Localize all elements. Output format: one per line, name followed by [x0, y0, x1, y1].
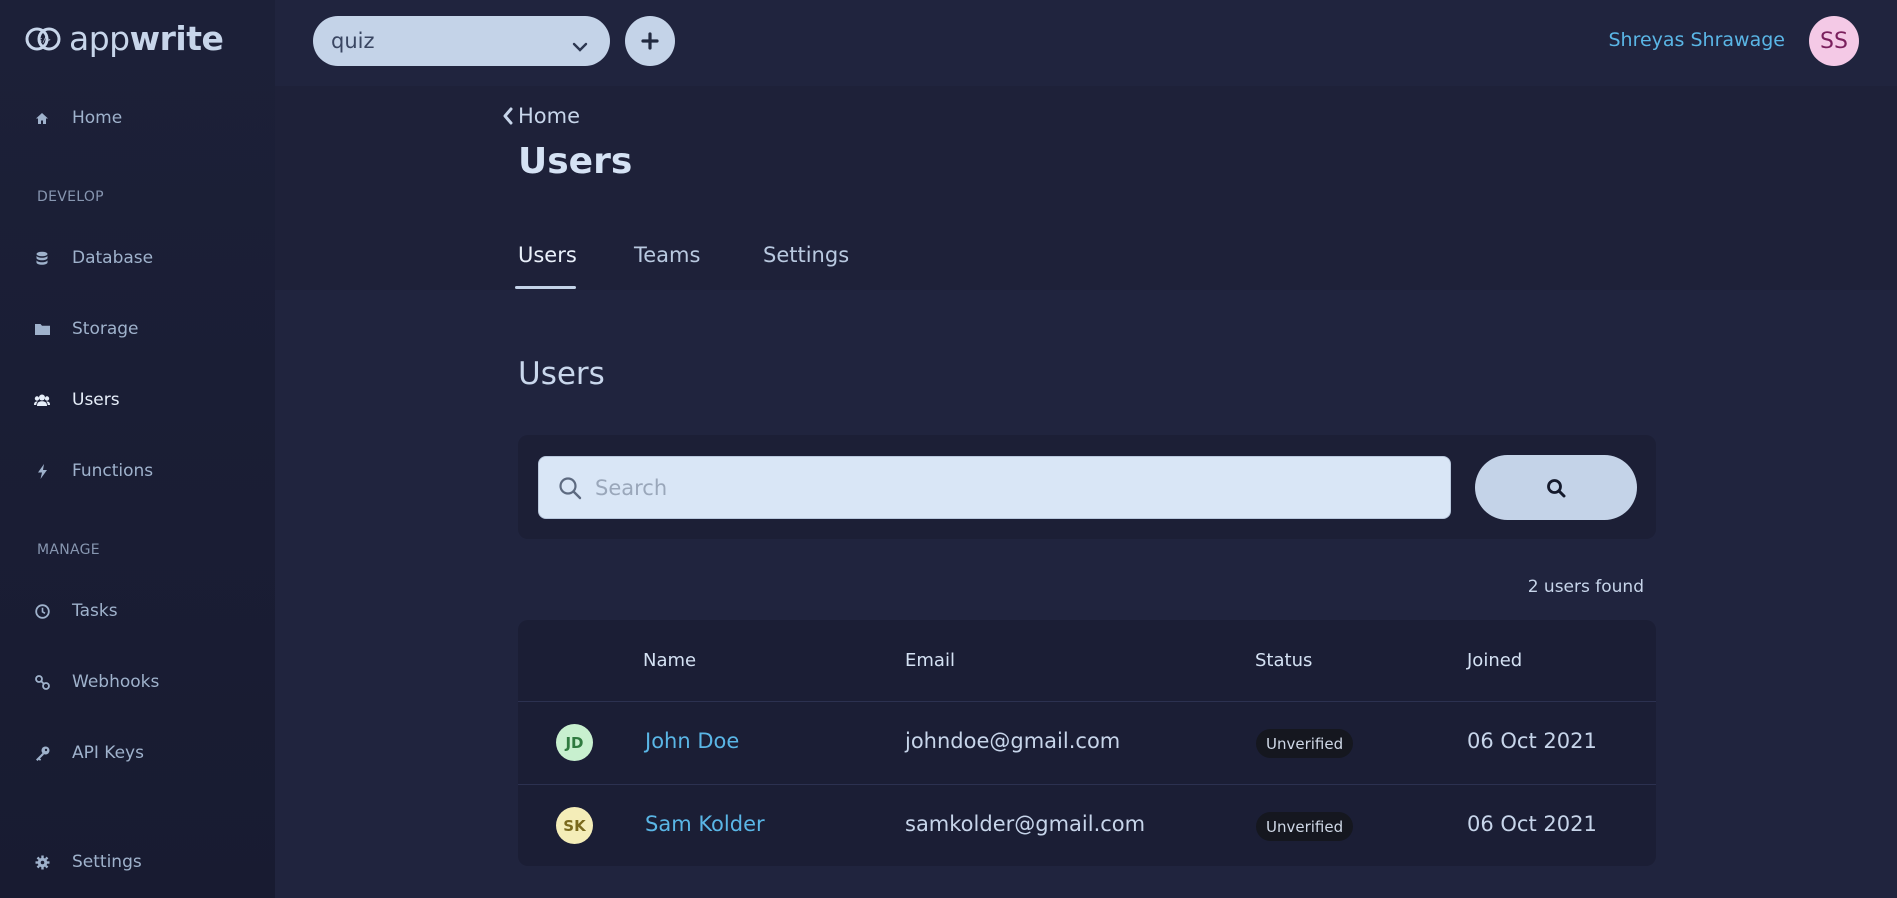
users-icon — [34, 392, 50, 408]
appwrite-logo-icon: </> — [25, 27, 61, 50]
sidebar-item-functions[interactable]: Functions — [34, 456, 153, 486]
user-name-link[interactable]: John Doe — [645, 729, 739, 753]
user-name-link[interactable]: Sam Kolder — [645, 812, 765, 836]
user-email: samkolder@gmail.com — [905, 812, 1146, 836]
sidebar-item-label: Database — [72, 248, 154, 268]
sidebar-item-label: Users — [72, 390, 120, 410]
sidebar-item-label: Storage — [72, 319, 139, 339]
search-field[interactable] — [538, 456, 1451, 519]
sidebar-item-webhooks[interactable]: Webhooks — [34, 667, 159, 697]
search-button[interactable] — [1475, 455, 1637, 520]
sidebar-item-home[interactable]: Home — [34, 103, 122, 133]
sidebar-item-users[interactable]: Users — [34, 385, 120, 415]
chevron-down-icon — [572, 33, 588, 57]
logo-text: appwrite — [69, 19, 224, 58]
sidebar-section-develop: DEVELOP — [37, 189, 104, 205]
sidebar-item-label: API Keys — [72, 743, 144, 763]
sidebar-item-label: Functions — [72, 461, 154, 481]
sidebar: </> appwrite Home DEVELOP Database Stora… — [0, 0, 275, 898]
user-avatar: SK — [556, 807, 593, 844]
gear-icon — [34, 854, 50, 870]
sidebar-item-label: Webhooks — [72, 672, 160, 692]
sidebar-item-label: Tasks — [72, 601, 118, 621]
column-header-email: Email — [905, 650, 955, 671]
sidebar-item-api-keys[interactable]: API Keys — [34, 738, 144, 768]
status-badge: Unverified — [1256, 729, 1354, 758]
status-badge: Unverified — [1256, 812, 1354, 841]
appwrite-logo[interactable]: </> appwrite — [25, 19, 224, 58]
search-input[interactable] — [595, 475, 1450, 500]
database-icon — [34, 250, 50, 266]
search-icon — [1547, 478, 1566, 497]
search-icon — [558, 476, 582, 504]
project-selector[interactable]: quiz — [313, 16, 610, 66]
active-tab-indicator — [515, 286, 576, 289]
tab-teams[interactable]: Teams — [634, 243, 700, 267]
clock-icon — [34, 603, 50, 619]
chevron-left-icon — [503, 107, 513, 125]
column-header-joined: Joined — [1467, 650, 1523, 671]
sidebar-item-tasks[interactable]: Tasks — [34, 596, 118, 626]
link-icon — [34, 674, 50, 690]
column-header-status: Status — [1255, 650, 1313, 671]
sidebar-item-label: Settings — [72, 852, 142, 872]
section-title: Users — [518, 356, 605, 392]
key-icon — [34, 745, 50, 761]
breadcrumb[interactable]: Home — [502, 104, 580, 128]
sidebar-item-label: Home — [72, 108, 123, 128]
folder-icon — [34, 321, 50, 337]
sidebar-section-manage: MANAGE — [37, 542, 100, 558]
user-avatar[interactable]: SS — [1809, 16, 1859, 66]
column-header-name: Name — [643, 650, 697, 671]
svg-text:</>: </> — [38, 36, 51, 44]
add-project-button[interactable] — [625, 16, 675, 66]
sidebar-item-settings[interactable]: Settings — [34, 847, 142, 877]
joined-date: 06 Oct 2021 — [1467, 812, 1597, 836]
tab-settings[interactable]: Settings — [763, 243, 849, 267]
project-name: quiz — [331, 29, 375, 53]
tab-users[interactable]: Users — [518, 243, 577, 267]
bolt-icon — [34, 463, 50, 479]
plus-icon — [641, 32, 659, 50]
sidebar-item-database[interactable]: Database — [34, 243, 153, 273]
user-avatar: JD — [556, 724, 593, 761]
user-email: johndoe@gmail.com — [905, 729, 1121, 753]
sidebar-item-storage[interactable]: Storage — [34, 314, 139, 344]
joined-date: 06 Oct 2021 — [1467, 729, 1597, 753]
page-title: Users — [518, 141, 633, 182]
home-icon — [34, 110, 50, 126]
result-count: 2 users found — [1527, 577, 1644, 597]
user-name-link[interactable]: Shreyas Shrawage — [1608, 29, 1785, 51]
breadcrumb-home: Home — [518, 104, 581, 128]
